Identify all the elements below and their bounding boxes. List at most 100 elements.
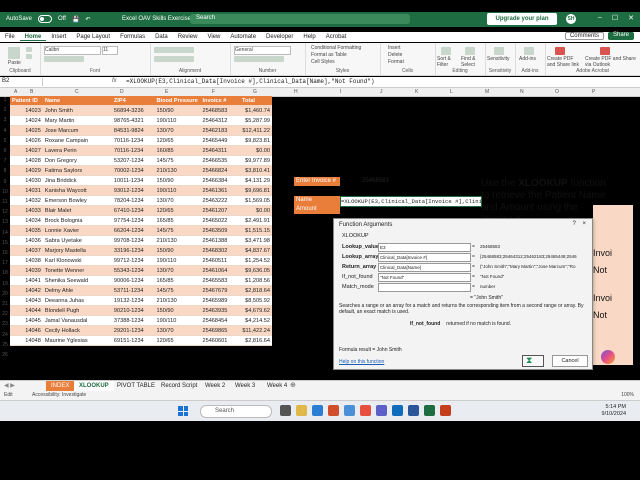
- table-cell[interactable]: 25461207: [200, 205, 240, 216]
- table-cell[interactable]: 130/70: [154, 265, 201, 276]
- table-header-cell[interactable]: Total: [239, 96, 272, 106]
- column-header-e[interactable]: E: [165, 89, 168, 95]
- comments-button[interactable]: Comments: [564, 32, 604, 40]
- autosave[interactable]: AutoSave Off 💾 ↶: [6, 15, 90, 23]
- autosave-toggle[interactable]: [38, 15, 53, 23]
- create-pdf-icon[interactable]: [555, 47, 565, 55]
- row-header-5[interactable]: 5: [0, 138, 10, 144]
- ribbon-tab-insert[interactable]: Insert: [46, 34, 71, 40]
- table-cell[interactable]: Mary Martin: [42, 115, 112, 126]
- sheet-tab-record-script[interactable]: Record Script: [156, 381, 202, 391]
- sheet-tab-index[interactable]: INDEX: [46, 381, 75, 391]
- column-header-a[interactable]: A: [14, 89, 17, 95]
- table-cell[interactable]: 93012-1234: [111, 185, 155, 196]
- table-cell[interactable]: $3,810.41: [239, 165, 272, 176]
- row-header-7[interactable]: 7: [0, 158, 10, 164]
- sensitivity-icon[interactable]: [494, 47, 504, 55]
- table-cell[interactable]: 99712-1234: [111, 255, 155, 266]
- table-cell[interactable]: 120/65: [154, 335, 201, 346]
- table-cell[interactable]: $4,214.52: [239, 315, 272, 326]
- column-header-f[interactable]: F: [212, 89, 215, 95]
- edge-icon[interactable]: [312, 405, 323, 416]
- title-search-box[interactable]: Search: [190, 14, 410, 24]
- table-cell[interactable]: Kanisha Waycott: [42, 185, 112, 196]
- table-cell[interactable]: 14031: [10, 185, 43, 196]
- row-header-21[interactable]: 21: [0, 301, 10, 307]
- teams-icon[interactable]: [376, 405, 387, 416]
- table-cell[interactable]: 120/65: [154, 205, 201, 216]
- table-cell[interactable]: 25468583: [200, 105, 240, 116]
- table-cell[interactable]: 150/90: [154, 305, 201, 316]
- invoice-input-cell[interactable]: 25468583: [362, 177, 389, 186]
- formula-input[interactable]: =XLOOKUP(E3,Clinical_Data[Invoice #],Cli…: [126, 78, 374, 85]
- row-header-2[interactable]: 2: [0, 107, 10, 113]
- table-cell[interactable]: 165/85: [154, 215, 201, 226]
- column-header-o[interactable]: O: [555, 89, 559, 95]
- table-cell[interactable]: 55343-1234: [111, 265, 155, 276]
- table-cell[interactable]: 25460601: [200, 335, 240, 346]
- table-cell[interactable]: 14032: [10, 195, 43, 206]
- table-header-cell[interactable]: Blood Pressure: [154, 96, 201, 106]
- ribbon-tab-developer[interactable]: Developer: [261, 34, 298, 40]
- table-cell[interactable]: Fatima Saylors: [42, 165, 112, 176]
- table-cell[interactable]: 25462183: [200, 125, 240, 136]
- zoom-level[interactable]: 100%: [621, 392, 634, 398]
- table-cell[interactable]: $9,696.81: [239, 185, 272, 196]
- table-cell[interactable]: 145/75: [154, 155, 201, 166]
- row-header-22[interactable]: 22: [0, 311, 10, 317]
- table-cell[interactable]: 10011-1234: [111, 175, 155, 186]
- sheet-tab-week-2[interactable]: Week 2: [200, 381, 230, 391]
- table-cell[interactable]: 19132-1234: [111, 295, 155, 306]
- align-top-buttons[interactable]: [154, 47, 194, 53]
- table-cell[interactable]: 210/130: [154, 295, 201, 306]
- table-cell[interactable]: 14025: [10, 125, 43, 136]
- table-cell[interactable]: 14024: [10, 115, 43, 126]
- argument-input[interactable]: E3: [378, 243, 471, 252]
- table-cell[interactable]: 210/130: [154, 165, 201, 176]
- table-cell[interactable]: 78204-1234: [111, 195, 155, 206]
- font-size-box[interactable]: 11: [102, 46, 118, 55]
- table-cell[interactable]: 25466384: [200, 175, 240, 186]
- table-cell[interactable]: Jina Briddick: [42, 175, 112, 186]
- row-header-10[interactable]: 10: [0, 189, 10, 195]
- table-cell[interactable]: 14033: [10, 205, 43, 216]
- column-header-j[interactable]: J: [380, 89, 383, 95]
- ribbon-tab-file[interactable]: File: [0, 34, 20, 40]
- table-cell[interactable]: $2,816.64: [239, 335, 272, 346]
- table-cell[interactable]: 25465583: [200, 275, 240, 286]
- table-cell[interactable]: 14027: [10, 145, 43, 156]
- cancel-button[interactable]: Cancel: [552, 355, 588, 367]
- row-header-17[interactable]: 17: [0, 260, 10, 266]
- ribbon-tab-automate[interactable]: Automate: [225, 34, 261, 40]
- row-header-12[interactable]: 12: [0, 209, 10, 215]
- table-cell[interactable]: 190/110: [154, 315, 201, 326]
- table-cell[interactable]: 25465449: [200, 135, 240, 146]
- table-cell[interactable]: 190/110: [154, 115, 201, 126]
- row-header-25[interactable]: 25: [0, 342, 10, 348]
- table-cell[interactable]: Maurine Yglesias: [42, 335, 112, 346]
- row-header-6[interactable]: 6: [0, 148, 10, 154]
- ribbon-tab-help[interactable]: Help: [298, 34, 320, 40]
- column-header-b[interactable]: B: [30, 89, 33, 95]
- name-formula-cell[interactable]: =XLOOKUP(E3,Clinical_Data[Invoice #],Cli…: [340, 196, 482, 207]
- ribbon-tab-formulas[interactable]: Formulas: [115, 34, 150, 40]
- table-cell[interactable]: Blair Malet: [42, 205, 112, 216]
- table-header-cell[interactable]: Patient ID: [10, 96, 43, 106]
- table-cell[interactable]: Cecily Hollack: [42, 325, 112, 336]
- table-cell[interactable]: 66204-1234: [111, 225, 155, 236]
- table-cell[interactable]: Don Gregory: [42, 155, 112, 166]
- table-cell[interactable]: 165/85: [154, 275, 201, 286]
- row-header-15[interactable]: 15: [0, 240, 10, 246]
- table-cell[interactable]: 70002-1234: [111, 165, 155, 176]
- argument-input[interactable]: Clinical_Data[Invoice #]: [378, 253, 471, 262]
- name-box[interactable]: B2: [2, 78, 43, 86]
- sheet-tab-week-3[interactable]: Week 3: [230, 381, 260, 391]
- cell-styles-button[interactable]: Cell Styles: [311, 59, 335, 65]
- column-header-i[interactable]: I: [340, 89, 341, 95]
- table-cell[interactable]: 160/85: [154, 145, 201, 156]
- table-cell[interactable]: 25468454: [200, 315, 240, 326]
- table-cell[interactable]: $1,460.74: [239, 105, 272, 116]
- table-cell[interactable]: 14038: [10, 255, 43, 266]
- column-header-c[interactable]: C: [75, 89, 79, 95]
- table-cell[interactable]: 25465989: [200, 295, 240, 306]
